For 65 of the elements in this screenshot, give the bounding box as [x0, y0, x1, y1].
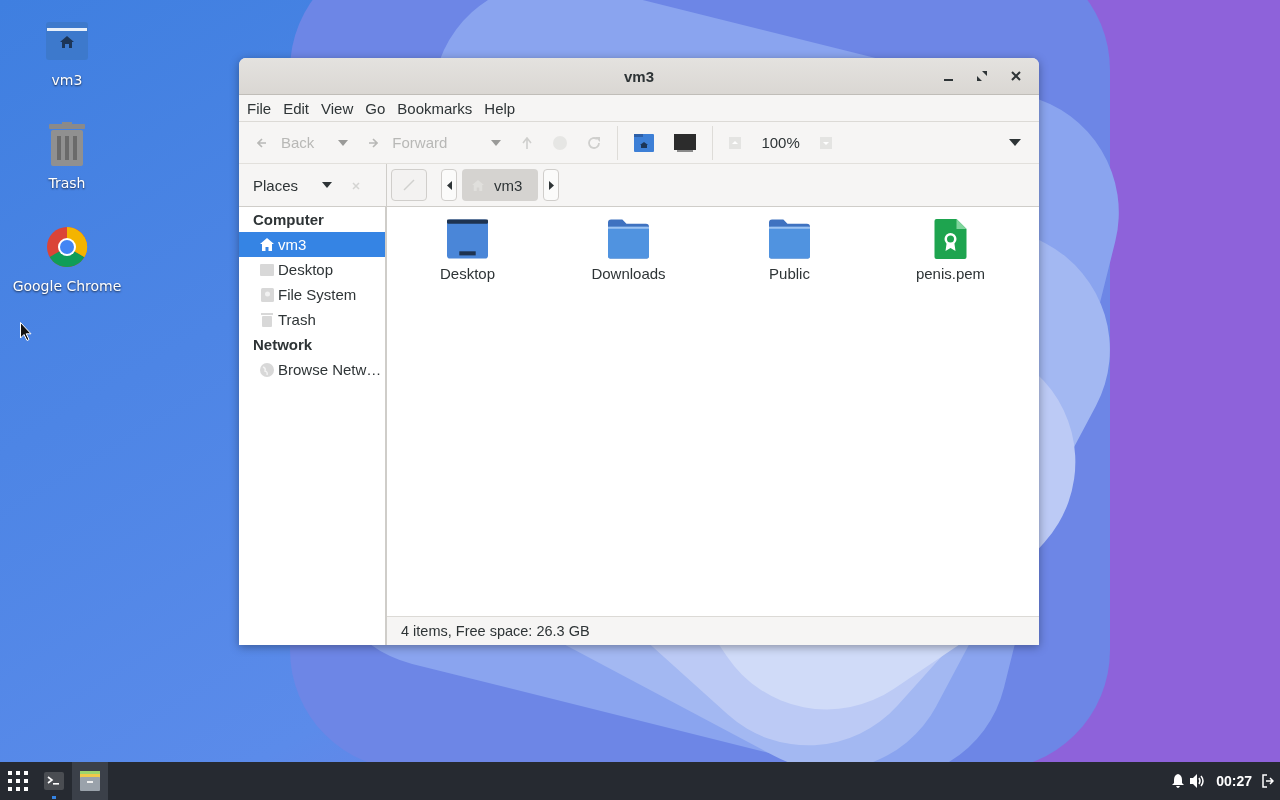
sidebar-heading: Network — [252, 335, 314, 355]
home-folder-icon — [634, 133, 655, 152]
globe-icon — [260, 362, 274, 377]
zoom-in-icon — [819, 136, 832, 149]
menu-item[interactable]: Go — [359, 99, 392, 117]
menu-item[interactable]: Edit — [277, 99, 316, 117]
right-arrow-icon — [368, 137, 379, 148]
sidebar-item[interactable]: Browse Netw… — [239, 357, 385, 382]
pencil-icon — [403, 179, 415, 191]
sidebar-heading: Computer — [252, 210, 325, 230]
path-right-button[interactable] — [543, 169, 560, 201]
desktop-icon-label[interactable]: Google Chrome — [12, 278, 122, 294]
reload-icon — [587, 135, 602, 150]
folder-icon — [608, 219, 649, 259]
zoom-out-icon — [729, 136, 742, 149]
path-left-button[interactable] — [441, 169, 457, 201]
bell-icon[interactable] — [1172, 774, 1185, 788]
mouse-pointer-icon — [20, 322, 32, 341]
directory-entry[interactable]: Public — [709, 219, 870, 299]
home-icon — [260, 238, 274, 251]
terminal-icon — [44, 772, 64, 790]
window-title: vm3 — [623, 67, 655, 85]
desktop-icon — [260, 263, 274, 276]
trash-icon — [49, 122, 85, 166]
sidebar-item[interactable]: File System — [239, 282, 385, 307]
left-triangle-icon — [446, 180, 452, 190]
right-triangle-icon — [548, 180, 554, 190]
menu-item[interactable]: File — [241, 99, 278, 117]
menu-item[interactable]: View — [315, 99, 360, 117]
grid-icon — [8, 771, 28, 791]
maximize-icon — [977, 71, 987, 81]
folder-icon — [769, 219, 810, 259]
caret-icon — [338, 139, 349, 146]
path-crumb[interactable]: vm3 — [462, 169, 539, 201]
directory-entry[interactable]: Downloads — [548, 219, 709, 299]
places-dropdown[interactable]: Places — [245, 172, 341, 198]
taskbar-app[interactable] — [72, 762, 108, 800]
left-arrow-icon — [257, 137, 267, 148]
directory-entry[interactable]: penis.pem — [870, 219, 1031, 299]
menu-item[interactable]: Help — [478, 99, 522, 117]
trash-icon — [261, 312, 273, 327]
zoom-level: 100% — [760, 134, 801, 151]
directory-entry[interactable]: Desktop — [387, 219, 548, 299]
clock[interactable]: 00:27 — [1212, 773, 1256, 789]
caret-icon — [322, 182, 333, 188]
logout-icon[interactable] — [1262, 774, 1274, 788]
sidebar-item[interactable]: Trash — [239, 307, 385, 332]
certificate-file-icon — [934, 219, 967, 259]
close-icon — [1011, 71, 1021, 81]
monitor-icon — [674, 133, 697, 152]
up-arrow-icon — [521, 136, 534, 149]
speaker-icon[interactable] — [1190, 774, 1207, 788]
status-text: 4 items, Free space: 26.3 GB — [400, 623, 590, 639]
desktop-icon-label[interactable]: vm3 — [51, 72, 83, 88]
browser-icon — [46, 226, 88, 268]
close-icon — [352, 181, 361, 190]
desktop-folder-icon — [447, 219, 488, 259]
drive-icon — [260, 287, 274, 302]
desktop-icon-label[interactable]: Trash — [48, 175, 86, 191]
sidebar-item[interactable]: vm3 — [239, 232, 385, 257]
home-folder-icon — [46, 22, 88, 60]
sidebar-item[interactable]: Desktop — [239, 257, 385, 282]
minimize-icon — [943, 79, 953, 81]
file-cabinet-icon — [80, 771, 100, 791]
menu-item[interactable]: Bookmarks — [391, 99, 479, 117]
